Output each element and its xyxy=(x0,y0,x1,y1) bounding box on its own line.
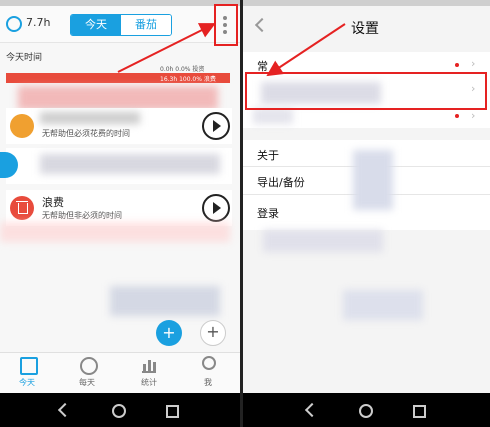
arrow-to-menu xyxy=(117,23,216,73)
arrow-to-setting xyxy=(266,23,346,77)
annotation-arrows xyxy=(117,23,346,77)
